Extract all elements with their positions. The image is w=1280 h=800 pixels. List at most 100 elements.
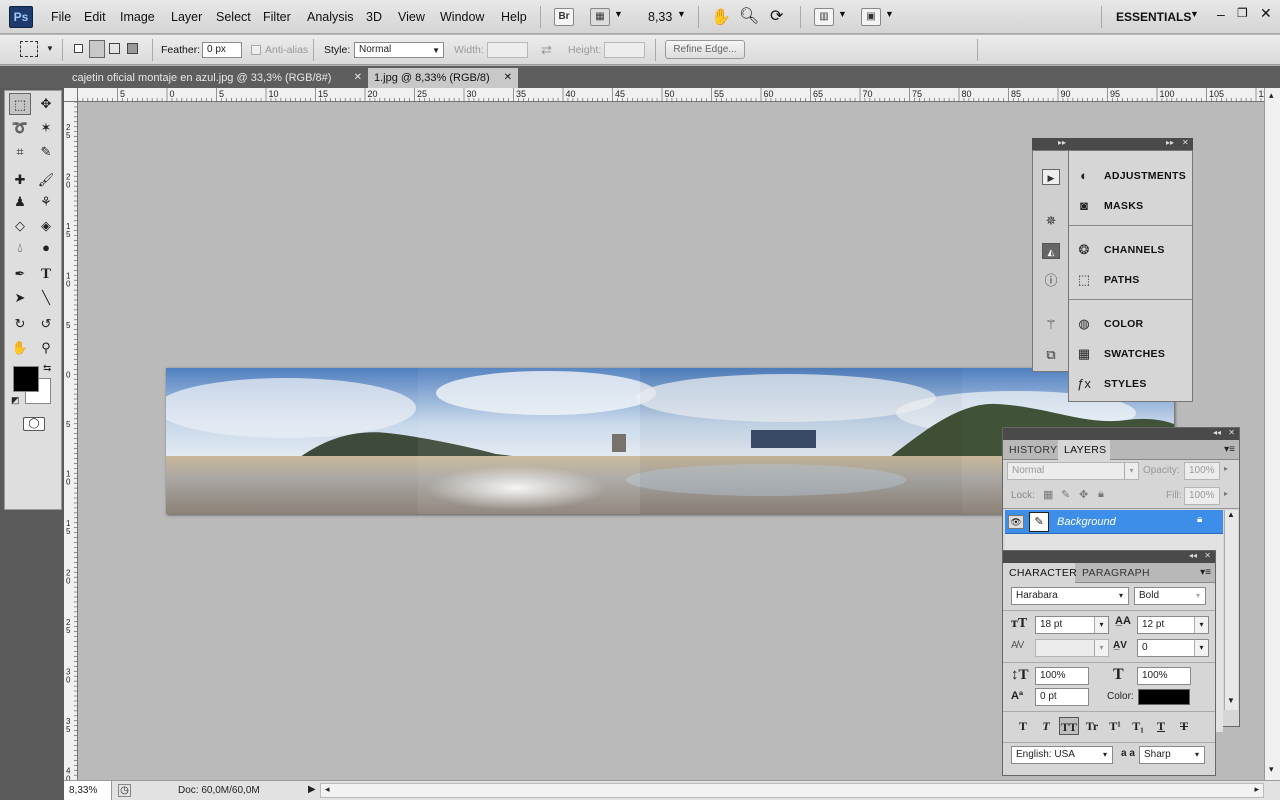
screen-mode-icon[interactable]: ▣	[861, 8, 881, 26]
ruler-origin[interactable]	[64, 88, 78, 102]
menu-layer[interactable]: Layer	[171, 10, 202, 24]
dock-item-swatches[interactable]: ▦ SWATCHES	[1076, 346, 1191, 364]
healing-brush-icon[interactable]: ✚	[9, 169, 31, 191]
collapse-panel-icon[interactable]: ◂◂	[1213, 428, 1221, 437]
scroll-up-icon[interactable]: ▴	[1269, 90, 1274, 101]
navigator-icon[interactable]: ✵	[1042, 213, 1060, 229]
font-family-select[interactable]: Harabara ▾	[1011, 587, 1129, 605]
lock-transparent-icon[interactable]: ▦	[1043, 488, 1053, 501]
clone-source-icon[interactable]: ⧉	[1042, 347, 1060, 363]
close-tab-icon[interactable]: ✕	[354, 68, 362, 88]
tab-cajetin[interactable]: cajetin oficial montaje en azul.jpg @ 33…	[66, 68, 368, 88]
blur-tool-icon[interactable]: 💧︎	[9, 237, 31, 259]
menu-analysis[interactable]: Analysis	[307, 10, 354, 24]
scroll-up-icon[interactable]: ▲	[1227, 510, 1235, 519]
panel-menu-icon[interactable]: ▾≡	[1200, 567, 1211, 578]
language-select[interactable]: English: USA ▾	[1011, 746, 1113, 764]
menu-select[interactable]: Select	[216, 10, 251, 24]
close-tab-icon[interactable]: ✕	[504, 68, 512, 88]
layers-scrollbar[interactable]: ▲ ▼	[1224, 510, 1238, 710]
vertical-scrollbar[interactable]: ▴ ▾	[1264, 88, 1280, 780]
menu-3d[interactable]: 3D	[366, 10, 382, 24]
brushes-icon[interactable]: ⚚	[1042, 317, 1060, 333]
close-icon[interactable]: ✕	[1260, 5, 1272, 22]
marquee-preset-icon[interactable]	[20, 41, 38, 57]
eraser-tool-icon[interactable]: ◇	[9, 215, 31, 237]
menu-file[interactable]: File	[51, 10, 71, 24]
menu-image[interactable]: Image	[120, 10, 155, 24]
lock-position-icon[interactable]: ✥	[1079, 488, 1088, 501]
history-brush-icon[interactable]: ⚘	[35, 191, 57, 213]
menu-edit[interactable]: Edit	[84, 10, 106, 24]
scroll-down-icon[interactable]: ▼	[1227, 696, 1235, 705]
foreground-color-front[interactable]	[13, 366, 39, 392]
tab-paragraph[interactable]: PARAGRAPH	[1076, 563, 1152, 583]
collapse-panel-icon[interactable]: ◂◂	[1189, 551, 1197, 560]
subtract-selection-icon[interactable]	[109, 43, 120, 54]
histogram-icon[interactable]: ◭	[1042, 243, 1060, 259]
preset-dropdown-icon[interactable]: ▼	[46, 44, 54, 53]
close-panel-icon[interactable]: ✕	[1228, 428, 1235, 437]
layer-name[interactable]: Background	[1057, 516, 1116, 528]
horizontal-scale-input[interactable]: 100%	[1137, 667, 1191, 685]
close-dock-icon[interactable]: ✕	[1182, 138, 1189, 147]
tab-layers[interactable]: LAYERS	[1058, 440, 1110, 461]
arrange-dropdown-icon[interactable]: ▼	[838, 9, 847, 19]
tracking-input[interactable]: 0 ▾	[1137, 639, 1209, 657]
dock-item-channels[interactable]: ❂ CHANNELS	[1076, 242, 1191, 260]
text-color-swatch[interactable]	[1138, 689, 1190, 705]
line-tool-icon[interactable]: ╲	[35, 287, 57, 309]
status-menu-icon[interactable]: ▶	[308, 784, 316, 795]
fill-slider-icon[interactable]: ▸	[1224, 489, 1228, 498]
screen-mode-dropdown-icon[interactable]: ▼	[885, 9, 894, 19]
minimize-icon[interactable]: –	[1217, 6, 1225, 22]
kerning-input[interactable]: ▾	[1035, 639, 1109, 657]
close-panel-icon[interactable]: ✕	[1204, 551, 1211, 560]
scroll-right-icon[interactable]: ▸	[1254, 784, 1259, 795]
menu-window[interactable]: Window	[440, 10, 484, 24]
blend-mode-select[interactable]: Normal ▾	[1007, 462, 1139, 480]
opacity-input[interactable]: 100%	[1184, 462, 1220, 480]
tab-history[interactable]: HISTORY	[1003, 440, 1057, 460]
extras-icon[interactable]: ▦	[590, 8, 610, 26]
faux-italic-button[interactable]: T	[1036, 717, 1056, 735]
zoom-field[interactable]: 8,33%	[64, 781, 112, 800]
lock-all-icon[interactable]: 🔒︎	[1098, 488, 1104, 501]
opacity-slider-icon[interactable]: ▸	[1224, 464, 1228, 473]
superscript-button[interactable]: T¹	[1105, 717, 1125, 735]
subscript-button[interactable]: T₁	[1128, 717, 1148, 735]
scroll-down-icon[interactable]: ▾	[1269, 764, 1274, 775]
font-size-input[interactable]: 18 pt ▾	[1035, 616, 1109, 634]
dock-item-color[interactable]: ◍ COLOR	[1076, 316, 1191, 334]
menu-view[interactable]: View	[398, 10, 425, 24]
paint-bucket-icon[interactable]: ◈	[35, 215, 57, 237]
info-icon[interactable]: ⓘ	[1042, 273, 1060, 289]
arrange-documents-icon[interactable]: ▥	[814, 8, 834, 26]
feather-input[interactable]: 0 px	[202, 42, 242, 58]
underline-button[interactable]: T	[1151, 717, 1171, 735]
default-colors-icon[interactable]: ◩	[11, 395, 20, 406]
collapse-dock-icon[interactable]: ▸▸	[1166, 138, 1174, 147]
swap-colors-icon[interactable]: ⇆	[43, 363, 51, 374]
height-input[interactable]	[604, 42, 645, 58]
layer-row-background[interactable]: 👁︎ ✎ Background 🔒︎	[1005, 510, 1223, 534]
width-input[interactable]	[487, 42, 528, 58]
zoom-tool-icon[interactable]: ⚲	[35, 337, 57, 359]
clone-stamp-icon[interactable]: ♟	[9, 191, 31, 213]
move-tool-icon[interactable]: ✥	[35, 93, 57, 115]
panel-menu-icon[interactable]: ▾≡	[1224, 444, 1235, 455]
dodge-tool-icon[interactable]: ●	[35, 237, 57, 259]
antialias-select[interactable]: Sharp ▾	[1139, 746, 1205, 764]
lock-image-icon[interactable]: ✎	[1061, 488, 1070, 501]
zoom-tool-icon[interactable]: 🔍︎	[739, 6, 759, 26]
pen-tool-icon[interactable]: ✒	[9, 263, 31, 285]
style-select[interactable]: Normal ▼	[354, 42, 444, 58]
3d-rotate-icon[interactable]: ↻	[9, 313, 31, 335]
expand-dock-icon[interactable]: ▸▸	[1058, 138, 1066, 147]
intersect-selection-icon[interactable]	[127, 43, 138, 54]
magic-wand-icon[interactable]: ✶	[35, 117, 57, 139]
visibility-eye-icon[interactable]: 👁︎	[1008, 515, 1024, 529]
quick-mask-icon[interactable]: ◯	[23, 417, 45, 431]
crop-tool-icon[interactable]: ⌗	[9, 141, 31, 163]
swap-dimensions-icon[interactable]: ⇄	[541, 42, 552, 58]
